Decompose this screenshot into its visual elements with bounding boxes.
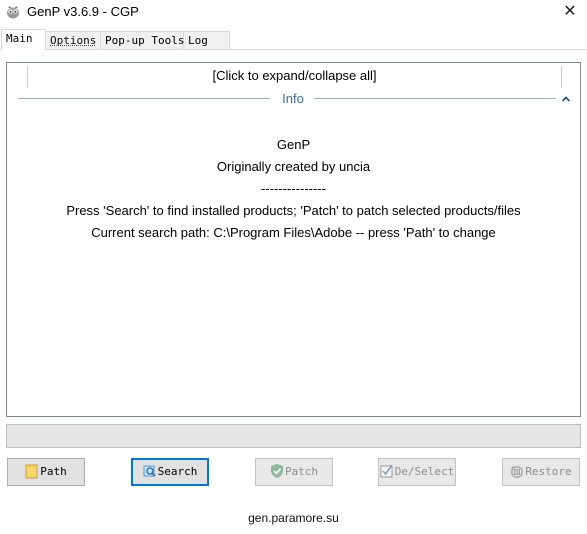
info-section-header[interactable]: Info [18,90,571,108]
info-line-search-path: Current search path: C:\Program Files\Ad… [91,225,496,240]
restore-button[interactable]: Restore [502,458,580,486]
folder-icon [25,464,38,479]
info-line-separator: --------------- [261,181,326,196]
restore-icon [511,466,524,478]
patch-button[interactable]: Patch [255,458,333,486]
search-button-label: Search [157,465,198,478]
info-text: GenP Originally created by uncia -------… [7,134,580,244]
app-icon [7,6,19,19]
info-box: [Click to expand/collapse all] Info GenP… [6,62,581,417]
info-section-title: Info [18,90,568,108]
info-title-label: Info [277,91,309,106]
expand-collapse-toggle[interactable]: [Click to expand/collapse all] [27,66,562,88]
title-bar[interactable]: GenP v3.6.9 - CGP ✕ [0,0,587,26]
info-line-instructions: Press 'Search' to find installed product… [66,203,521,218]
close-icon[interactable]: ✕ [559,2,581,24]
genp-window: GenP v3.6.9 - CGP ✕ Main Options Pop-up … [0,0,587,534]
info-line-credits: Originally created by uncia [216,159,371,174]
tab-options[interactable]: Options [46,31,101,49]
path-button[interactable]: Path [7,458,85,486]
deselect-button-label: De/Select [394,465,455,478]
deselect-button[interactable]: De/Select [378,458,456,486]
tab-bar: Main Options Pop-up Tools Log [0,29,587,50]
tab-log[interactable]: Log [184,31,230,49]
tab-popup-tools[interactable]: Pop-up Tools [101,31,184,49]
restore-button-label: Restore [525,465,572,478]
search-icon [143,465,156,477]
progress-bar [6,424,581,448]
shield-check-icon [270,464,283,478]
tab-options-label: Options [50,34,97,47]
path-button-label: Path [40,465,67,478]
info-line-app-name: GenP [276,137,311,152]
search-button[interactable]: Search [131,458,209,486]
checkbox-icon [380,464,393,478]
footer-link[interactable]: gen.paramore.su [0,510,587,526]
chevron-up-icon[interactable] [561,91,571,107]
patch-button-label: Patch [284,465,319,478]
window-title: GenP v3.6.9 - CGP [27,4,139,19]
tab-main[interactable]: Main [1,29,46,50]
